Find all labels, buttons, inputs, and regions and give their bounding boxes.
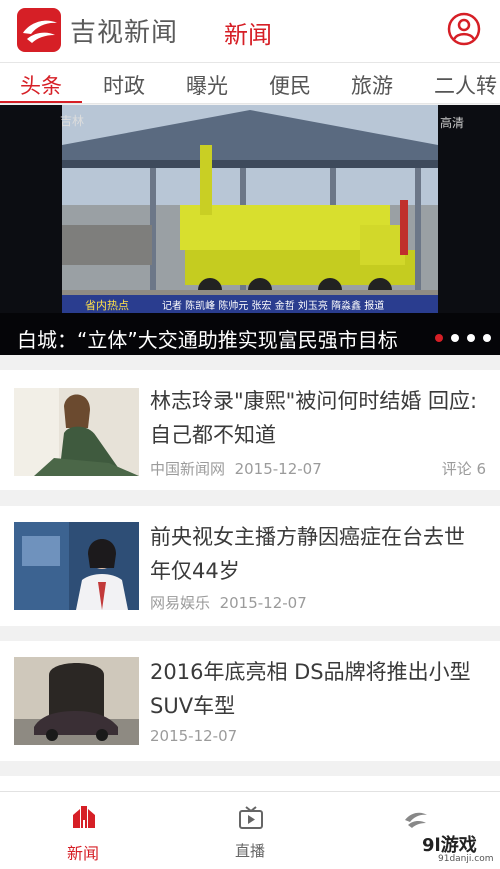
headline-banner[interactable]: 省内热点 记者 陈凯峰 陈帅元 张宏 金哲 刘玉亮 隋淼鑫 报道 吉林 高清 白… xyxy=(0,105,500,355)
watermark-site: 91danji.com xyxy=(438,854,494,864)
news-item[interactable]: 前央视女主播方静因癌症在台去世 年仅44岁 网易娱乐 2015-12-07 xyxy=(0,506,500,626)
tab-headlines[interactable]: 头条 xyxy=(20,70,62,100)
tab-politics[interactable]: 时政 xyxy=(103,70,145,100)
news-meta: 中国新闻网 2015-12-07 xyxy=(150,458,322,479)
tab-exposure[interactable]: 曝光 xyxy=(186,70,228,100)
tab-convenience[interactable]: 便民 xyxy=(269,70,311,100)
carousel-dot[interactable] xyxy=(467,334,475,342)
news-title: 2016年底亮相 DS品牌将推出小型SUV车型 xyxy=(150,660,471,718)
nav-news[interactable]: 新闻 xyxy=(23,792,143,869)
comment-count[interactable]: 评论 6 xyxy=(442,458,486,479)
news-thumbnail xyxy=(14,522,139,610)
hd-badge: 高清 xyxy=(440,115,464,130)
news-icon xyxy=(73,806,95,828)
news-date: 2015-12-07 xyxy=(234,460,322,478)
news-title: 前央视女主播方静因癌症在台去世 年仅44岁 xyxy=(150,525,465,583)
news-meta: 2015-12-07 xyxy=(150,727,237,745)
news-source: 中国新闻网 xyxy=(150,460,226,478)
banner-caption: 白城：“立体”大交通助推实现富民强市目标 xyxy=(17,328,398,352)
tab-travel[interactable]: 旅游 xyxy=(351,70,393,100)
news-date: 2015-12-07 xyxy=(150,727,238,745)
news-title: 林志玲录"康熙"被问何时结婚 回应:自己都不知道 xyxy=(150,389,478,447)
banner-reporters: 记者 陈凯峰 陈帅元 张宏 金哲 刘玉亮 隋淼鑫 报道 xyxy=(162,299,384,312)
news-date: 2015-12-07 xyxy=(219,594,307,612)
nav-label: 直播 xyxy=(234,842,265,860)
app-name: 吉视新闻 xyxy=(70,18,179,48)
watermark: 9l游戏 91danji.com xyxy=(408,827,498,867)
app-logo xyxy=(17,8,61,52)
logo-icon xyxy=(23,20,57,43)
category-tabs: 头条 时政 曝光 便民 旅游 二人转 xyxy=(0,62,500,104)
app-screen: 吉视新闻 新闻 头条 时政 曝光 便民 旅游 二人转 省内热点 记者 陈凯峰 陈… xyxy=(0,0,500,869)
active-tab-indicator xyxy=(0,101,82,103)
app-header: 吉视新闻 新闻 xyxy=(0,0,500,62)
news-meta: 网易娱乐 2015-12-07 xyxy=(150,592,307,613)
user-icon[interactable] xyxy=(447,12,481,46)
news-source: 网易娱乐 xyxy=(150,594,211,612)
station-logo: 吉林 xyxy=(60,114,84,128)
news-thumbnail xyxy=(14,388,139,476)
carousel-dot[interactable] xyxy=(435,334,443,342)
news-thumbnail xyxy=(14,657,139,745)
nav-label: 新闻 xyxy=(66,844,99,863)
news-item[interactable]: 林志玲录"康熙"被问何时结婚 回应:自己都不知道 中国新闻网 2015-12-0… xyxy=(0,370,500,490)
page-title: 新闻 xyxy=(224,21,272,49)
carousel-dot[interactable] xyxy=(483,334,491,342)
nav-live[interactable]: 直播 xyxy=(190,792,310,869)
banner-section-tag: 省内热点 xyxy=(85,298,129,312)
news-item[interactable]: 2016年底亮相 DS品牌将推出小型SUV车型 2015-12-07 xyxy=(0,641,500,761)
live-tv-icon xyxy=(239,806,263,829)
carousel-dot[interactable] xyxy=(451,334,459,342)
tab-errenzhuan[interactable]: 二人转 xyxy=(434,70,497,100)
